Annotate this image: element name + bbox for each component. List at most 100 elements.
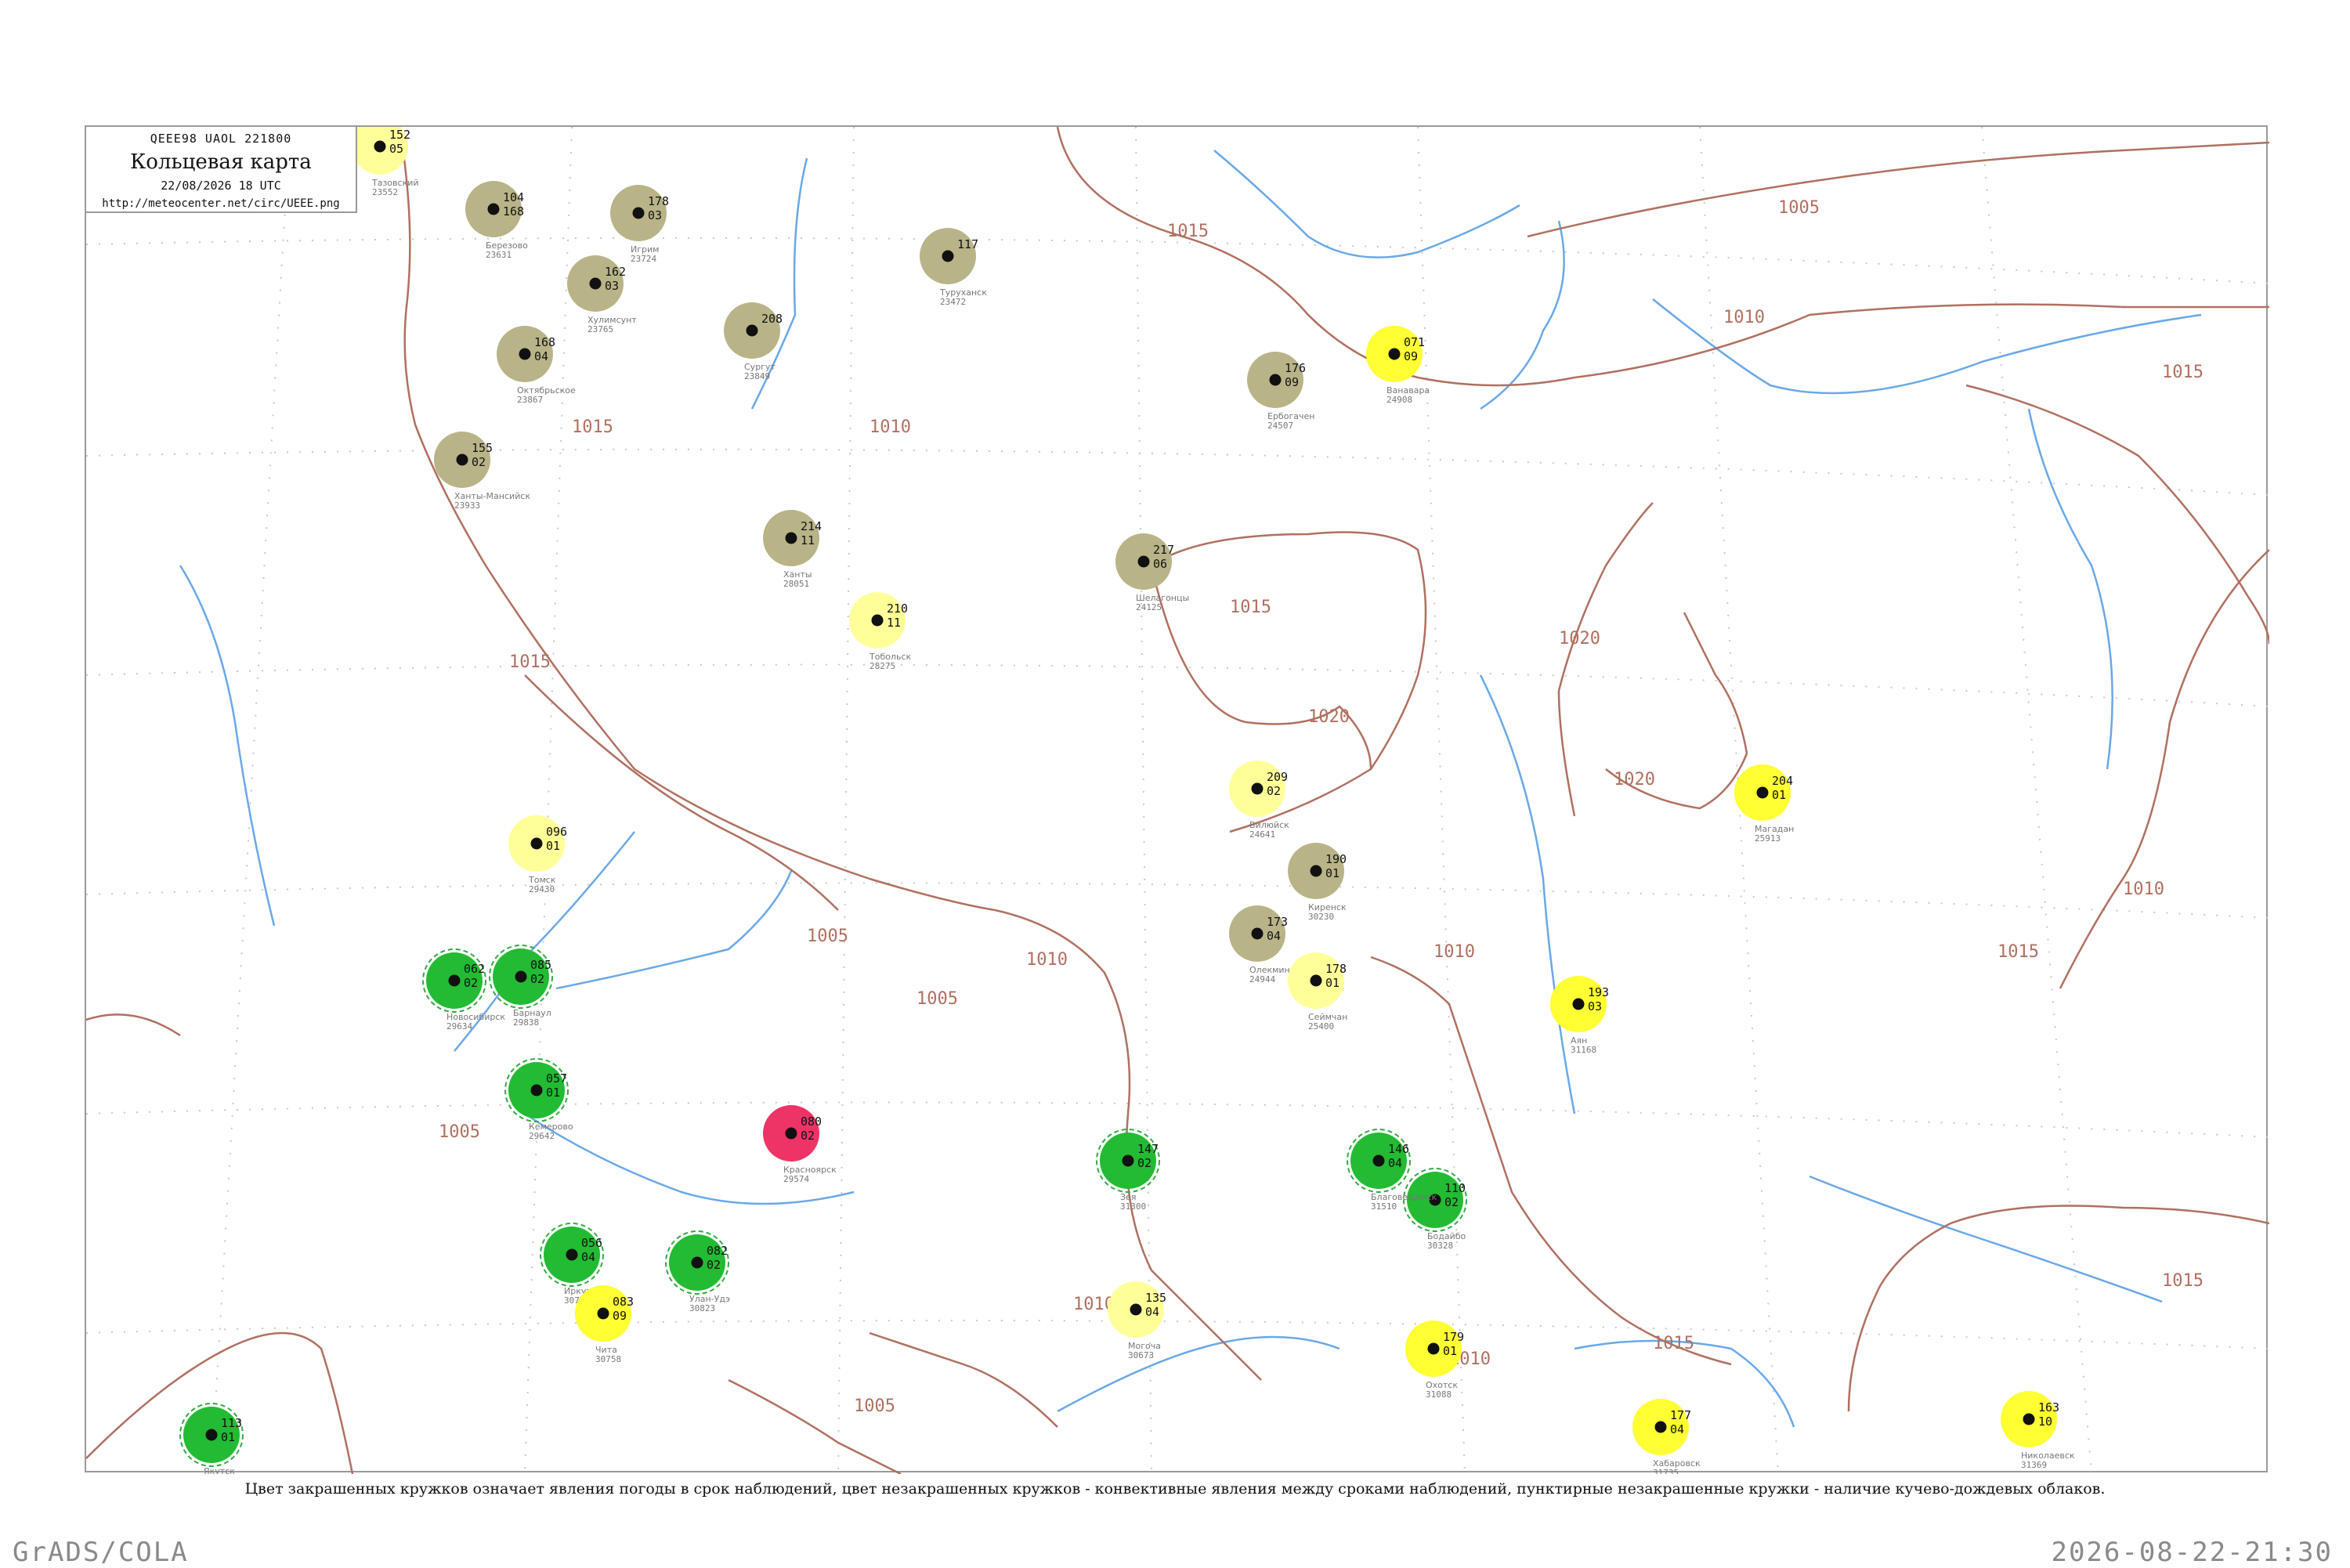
station-31369: 16310Николаевск31369: [2001, 1391, 2075, 1470]
grid-line-12: [1981, 127, 2092, 1474]
isobar-16: [728, 1378, 902, 1474]
station-pressure: 147: [1137, 1142, 1159, 1156]
station-code: 31510: [1371, 1201, 1397, 1212]
station-28275: 21011Тобольск28275: [849, 592, 912, 671]
station-tendency: 01: [546, 839, 560, 853]
grid-line-9: [1135, 127, 1152, 1474]
grid-line-1: [86, 448, 2269, 496]
station-pressure: 110: [1444, 1181, 1466, 1195]
river-7: [1057, 1335, 1340, 1413]
bulletin-code: QEEE98 UAOL 221800: [150, 132, 292, 146]
station-23552: 15205Тазовский23552: [352, 127, 419, 197]
station-23472: 117Туруханск23472: [920, 228, 987, 307]
station-24125: 21706Шелагонцы24125: [1115, 533, 1189, 612]
isobar-11: [1370, 956, 1732, 1366]
station-24959: 11301Якутск24959: [179, 1403, 244, 1474]
station-31168: 19303Аян31168: [1550, 976, 1609, 1055]
station-24908: 07109Ванавара24908: [1366, 326, 1430, 405]
isobar-label: 1015: [1998, 942, 2039, 962]
station-pressure: 085: [530, 958, 551, 972]
station-tendency: 01: [221, 1430, 235, 1444]
station-code: 24641: [1249, 829, 1275, 840]
station-dot-icon: [456, 453, 468, 466]
station-code: 23867: [517, 395, 543, 405]
station-code: 25913: [1755, 833, 1781, 844]
station-23724: 17803Игрим23724: [610, 185, 669, 264]
station-28051: 21411Ханты28051: [763, 510, 822, 589]
station-pressure: 146: [1388, 1142, 1409, 1156]
grid-line-0: [86, 237, 2269, 284]
station-dot-icon: [487, 203, 500, 215]
station-tendency: 168: [503, 204, 524, 219]
isobar-label: 1020: [1559, 629, 1600, 649]
isobar-14: [1683, 612, 1748, 754]
station-pressure: 113: [221, 1416, 242, 1430]
station-dot-icon: [785, 1127, 797, 1140]
isobar-label: 1015: [1230, 598, 1271, 617]
station-pressure: 173: [1267, 915, 1288, 929]
station-code: 29838: [513, 1017, 539, 1028]
river-1: [1213, 150, 1520, 258]
station-dot-icon: [519, 348, 531, 360]
station-tendency: 03: [605, 279, 619, 293]
isobar-9: [2059, 549, 2269, 989]
station-tendency: 02: [1444, 1195, 1459, 1209]
source-url-link[interactable]: http://meteocenter.net/circ/UEEE.png: [86, 197, 356, 210]
station-pressure: 163: [2038, 1400, 2059, 1414]
station-dot-icon: [1654, 1421, 1667, 1433]
station-tendency: 04: [1388, 1156, 1402, 1170]
station-dot-icon: [205, 1429, 218, 1441]
station-tendency: 06: [1153, 557, 1167, 571]
station-tendency: 02: [801, 1129, 815, 1143]
station-tendency: 09: [613, 1309, 627, 1323]
station-dot-icon: [1427, 1342, 1440, 1355]
station-dot-icon: [448, 974, 461, 987]
station-pressure: 204: [1772, 774, 1793, 788]
station-code: 31300: [1120, 1201, 1146, 1212]
station-pressure: 193: [1588, 985, 1609, 999]
grid-line-3: [86, 882, 2269, 919]
station-code: 30230: [1308, 912, 1334, 922]
station-dot-icon: [566, 1248, 578, 1261]
station-pressure: 209: [1267, 770, 1288, 784]
station-25913: 20401Магадан25913: [1734, 764, 1794, 844]
stations-layer: 15205Тазовский23552 104168Березово23631 17…: [179, 127, 2075, 1474]
station-pressure: 104: [503, 190, 524, 204]
station-pressure: 135: [1145, 1291, 1166, 1305]
station-code: 31088: [1426, 1389, 1452, 1400]
isobars-layer: 1005100510051005101010101010101010101010…: [86, 127, 2269, 1474]
lat-lon-grid: [86, 127, 2269, 1474]
station-tendency: 04: [1670, 1422, 1684, 1436]
river-10: [2027, 408, 2113, 770]
station-pressure: 190: [1325, 852, 1347, 866]
station-dot-icon: [1388, 348, 1401, 360]
station-code: 24908: [1386, 395, 1412, 405]
isobar-label: 1015: [509, 652, 551, 672]
station-code: 25400: [1308, 1021, 1334, 1031]
river-6: [555, 870, 793, 990]
station-code: 31168: [1571, 1045, 1596, 1055]
station-30758: 08309Чита30758: [575, 1285, 634, 1364]
station-code: 31369: [2021, 1460, 2047, 1470]
station-25400: 17801Сеймчан25400: [1288, 952, 1347, 1031]
station-code: 28275: [870, 661, 895, 671]
station-dot-icon: [374, 140, 386, 153]
station-23849: 208Сургут23849: [724, 302, 783, 381]
station-code: 28051: [783, 579, 809, 589]
station-dot-icon: [1310, 865, 1322, 877]
station-tendency: 01: [546, 1086, 560, 1100]
isobar-18: [86, 1013, 181, 1037]
station-code: 23631: [486, 250, 512, 260]
station-pressure: 176: [1285, 361, 1306, 375]
station-30230: 19001Киренск30230: [1288, 843, 1347, 922]
station-code: 30758: [595, 1354, 621, 1364]
isobar-label: 1010: [870, 417, 911, 437]
grid-line-8: [837, 127, 855, 1474]
station-code: 30823: [689, 1303, 715, 1313]
station-tendency: 02: [472, 455, 486, 469]
station-pressure: 178: [648, 194, 669, 208]
station-code: 23849: [744, 371, 770, 381]
isobar-5: [1151, 531, 1427, 770]
station-code: 30673: [1128, 1350, 1154, 1360]
isobar-label: 1015: [2162, 363, 2204, 382]
